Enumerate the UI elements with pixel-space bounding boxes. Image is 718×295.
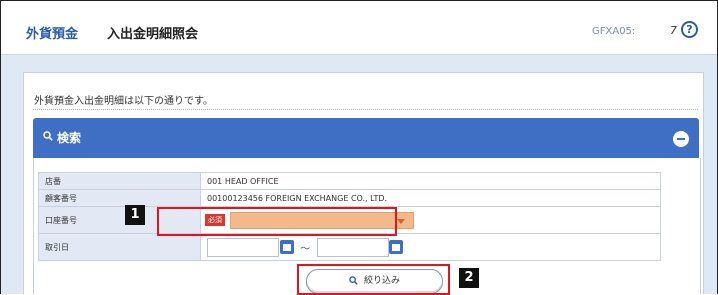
form-row-transaction-date: 取引日 ～ [38, 233, 661, 261]
category-label: 外貨預金 [26, 27, 79, 42]
form-row-branch: 店番 001 HEAD OFFICE [38, 172, 661, 190]
annotation-box-account [157, 207, 397, 236]
date-range-separator: ～ [300, 243, 311, 255]
minus-circle-icon[interactable] [673, 131, 689, 147]
branch-value: 001 HEAD OFFICE [200, 172, 661, 190]
screen-code: GFXA05: [592, 26, 636, 37]
search-panel-header[interactable]: 検索 [33, 118, 699, 158]
form-row-customer: 顧客番号 00100123456 FOREIGN EXCHANGE CO., L… [38, 189, 661, 207]
customer-number-value: 00100123456 FOREIGN EXCHANGE CO., LTD. [200, 189, 661, 207]
step-number: 7 [670, 24, 677, 37]
annotation-badge-2: 2 [459, 268, 479, 288]
calendar-icon[interactable] [389, 240, 404, 254]
intro-text: 外貨預金入出金明細は以下の通りです。 [34, 96, 213, 107]
page-header: 外貨預金 入出金明細照会 GFXA05: 7 ? [1, 1, 717, 55]
search-icon [43, 131, 53, 141]
annotation-box-filter [297, 264, 450, 295]
transaction-date-label: 取引日 [38, 233, 201, 261]
search-panel-title: 検索 [57, 131, 82, 145]
page-title: 入出金明細照会 [107, 27, 199, 42]
divider [33, 109, 698, 110]
annotation-badge-1: 1 [125, 205, 145, 225]
customer-number-label: 顧客番号 [38, 189, 201, 207]
account-number-label-text: 口座番号 [45, 215, 77, 225]
date-from-input[interactable] [207, 237, 279, 257]
calendar-icon[interactable] [279, 240, 294, 254]
branch-label: 店番 [38, 172, 201, 190]
transaction-date-cell: ～ [200, 233, 661, 261]
date-to-input[interactable] [316, 237, 389, 257]
help-icon[interactable]: ? [681, 21, 698, 38]
